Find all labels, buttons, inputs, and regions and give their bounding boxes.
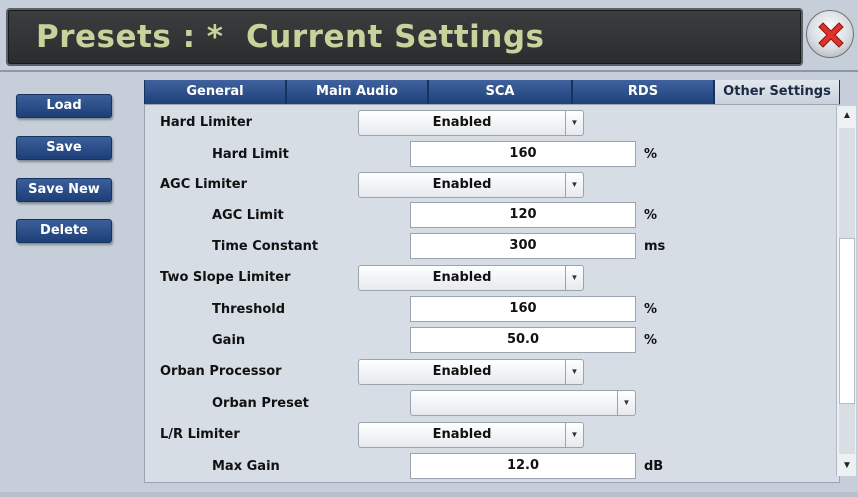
hard-limiter-label: Hard Limiter — [160, 115, 253, 130]
max-gain-input[interactable]: 12.0 — [410, 453, 636, 479]
time-constant-label: Time Constant — [212, 239, 319, 254]
time-constant-unit: ms — [644, 239, 666, 254]
gain-unit: % — [644, 333, 658, 348]
close-button[interactable] — [806, 10, 854, 58]
max-gain-unit: dB — [644, 459, 664, 474]
gain-label: Gain — [212, 333, 246, 348]
threshold-input[interactable]: 160 — [410, 296, 636, 322]
hard-limit-input[interactable]: 160 — [410, 141, 636, 167]
orban-preset-value — [411, 391, 617, 415]
scroll-up-icon[interactable]: ▲ — [837, 106, 857, 126]
hard-limiter-value: Enabled — [432, 115, 492, 130]
tab-general[interactable]: General — [144, 80, 286, 104]
tab-sca[interactable]: SCA — [428, 80, 572, 104]
delete-button[interactable]: Delete — [16, 219, 112, 243]
two-slope-limiter-value: Enabled — [432, 270, 492, 285]
chevron-down-icon: ▼ — [565, 423, 583, 447]
vertical-scrollbar[interactable]: ▲ ▼ — [836, 106, 856, 476]
chevron-down-icon: ▼ — [565, 173, 583, 197]
tab-bar: General Main Audio SCA RDS Other Setting… — [144, 80, 840, 104]
agc-limit-unit: % — [644, 208, 658, 223]
threshold-unit: % — [644, 302, 658, 317]
lr-limiter-label: L/R Limiter — [160, 427, 240, 442]
load-button[interactable]: Load — [16, 94, 112, 118]
hard-limit-unit: % — [644, 147, 658, 162]
chevron-down-icon: ▼ — [617, 391, 635, 415]
save-button[interactable]: Save — [16, 136, 112, 160]
save-new-button[interactable]: Save New — [16, 178, 112, 202]
lr-limiter-value: Enabled — [432, 427, 492, 442]
close-icon — [818, 22, 844, 48]
chevron-down-icon: ▼ — [565, 360, 583, 384]
page-title: Presets : * Current Settings — [36, 19, 545, 55]
scroll-thumb[interactable] — [839, 238, 855, 404]
tab-other-settings[interactable]: Other Settings — [714, 80, 840, 104]
orban-processor-value: Enabled — [432, 364, 492, 379]
divider — [0, 70, 858, 72]
agc-limit-label: AGC Limit — [212, 208, 284, 223]
bottom-border — [0, 492, 858, 497]
chevron-down-icon: ▼ — [565, 266, 583, 290]
orban-processor-label: Orban Processor — [160, 364, 282, 379]
threshold-label: Threshold — [212, 302, 286, 317]
hard-limiter-select[interactable]: Enabled ▼ — [358, 110, 584, 136]
scroll-down-icon[interactable]: ▼ — [837, 456, 857, 476]
agc-limit-input[interactable]: 120 — [410, 202, 636, 228]
agc-limiter-value: Enabled — [432, 177, 492, 192]
orban-preset-label: Orban Preset — [212, 396, 309, 411]
time-constant-input[interactable]: 300 — [410, 233, 636, 259]
chevron-down-icon: ▼ — [565, 111, 583, 135]
agc-limiter-select[interactable]: Enabled ▼ — [358, 172, 584, 198]
orban-processor-select[interactable]: Enabled ▼ — [358, 359, 584, 385]
agc-limiter-label: AGC Limiter — [160, 177, 247, 192]
max-gain-label: Max Gain — [212, 459, 280, 474]
tab-rds[interactable]: RDS — [572, 80, 714, 104]
hard-limit-label: Hard Limit — [212, 147, 289, 162]
header-bar: Presets : * Current Settings — [6, 8, 803, 66]
two-slope-limiter-label: Two Slope Limiter — [160, 270, 291, 285]
two-slope-limiter-select[interactable]: Enabled ▼ — [358, 265, 584, 291]
tab-main-audio[interactable]: Main Audio — [286, 80, 428, 104]
gain-input[interactable]: 50.0 — [410, 327, 636, 353]
orban-preset-select[interactable]: ▼ — [410, 390, 636, 416]
lr-limiter-select[interactable]: Enabled ▼ — [358, 422, 584, 448]
